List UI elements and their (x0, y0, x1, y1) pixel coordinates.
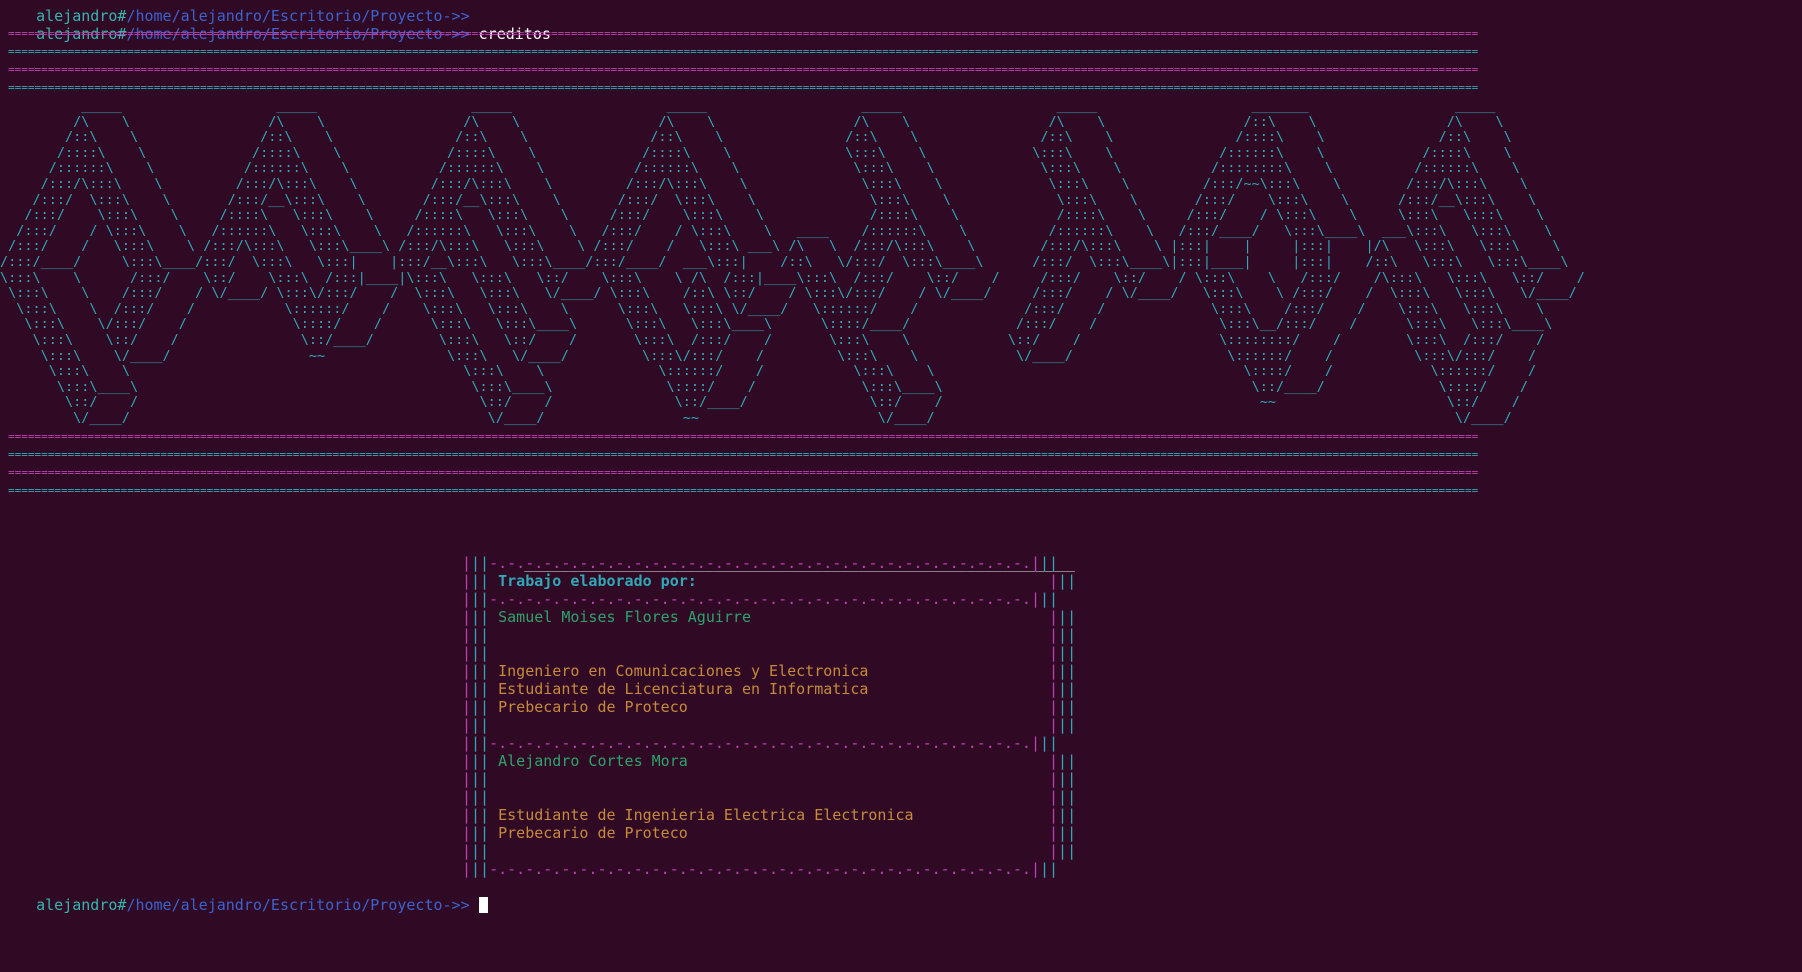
ascii-art-row: \:::\ \/____/ ~~ \:::\ \/____/ \:::\/:::… (0, 347, 1577, 364)
prompt-user: alejandro# (36, 896, 127, 915)
prompt-path: /home/alejandro/Escritorio/Proyecto->> (126, 896, 479, 915)
person-name: Alejandro Cortes Mora (498, 752, 688, 771)
credits-divider: |||-.-.-.-.-.-.-.-.-.-.-.-.-.-.-.-.-.-.-… (462, 734, 1059, 753)
ascii-art-row: \:::\ \ /:::/ / \::::::/ / \:::\ \:::\ \… (0, 300, 1585, 317)
separator-rule: ========================================… (8, 448, 1479, 462)
credits-row: ||| ||| (462, 626, 1077, 645)
ascii-art-row: \:::\ \ /:::/ / \/____/ \:::\/:::/ / \::… (0, 285, 1585, 302)
credits-row: ||| Prebecario de Proteco ||| (462, 698, 1077, 717)
ascii-art-row: /\ \ /\ \ /\ \ /\ \ /\ \ /\ \ /::\ \ /\ … (0, 113, 1577, 130)
ascii-art-row: /:::/ / \:::\ \ /:::/\:::\ \:::\____\ /:… (0, 238, 1569, 255)
credits-divider-dashes: -.-.-.-.-.-.-.-.-.-.-.-.-.-.-.-.-.-.-.-.… (489, 860, 1031, 879)
separator-rule: ========================================… (8, 430, 1479, 444)
credits-box-top: ________________________________________… (462, 536, 1802, 572)
person-detail: Prebecario de Proteco (498, 824, 688, 843)
ascii-art-row: \:::\ \ /:::/ \::/ \:::\ /:::|____|\:::\… (0, 269, 1585, 286)
credits-box: ________________________________________… (462, 536, 1802, 878)
separator-rule: ========================================… (8, 81, 1479, 94)
ascii-art-row: /::::::\ \ /::::::\ \ /::::::\ \ /::::::… (0, 160, 1569, 177)
separator-rule: ========================================… (8, 27, 1479, 40)
separator-rule: ========================================… (8, 63, 1479, 76)
ascii-art-row: \:::\ \ \:::\ \ \::::::/ / \:::\ \ \::::… (0, 363, 1585, 380)
credits-row: ||| Alejandro Cortes Mora ||| (462, 752, 1077, 771)
ascii-art-row: /:::/\:::\ \ /:::/\:::\ \ /:::/\:::\ \ /… (0, 175, 1569, 192)
credits-row: ||| ||| (462, 716, 1077, 735)
terminal-window[interactable]: alejandro#/home/alejandro/Escritorio/Pro… (0, 0, 1802, 914)
ascii-art-row: /:::/ \:::\ \ /:::/__\:::\ \ /:::/__\:::… (0, 191, 1569, 208)
credits-title: Trabajo elaborado por: (498, 572, 697, 591)
credits-divider: |||-.-.-.-.-.-.-.-.-.-.-.-.-.-.-.-.-.-.-… (462, 860, 1059, 879)
credits-row: ||| ||| (462, 788, 1077, 807)
person-detail: Ingeniero en Comunicaciones y Electronic… (498, 662, 869, 681)
credits-row: ||| Trabajo elaborado por: ||| (462, 572, 1077, 591)
text-cursor[interactable] (478, 897, 488, 914)
ascii-art-row: \:::\ \::/ / \::/____/ \:::\ \::/ / \:::… (0, 331, 1577, 348)
credits-row: ||| ||| (462, 644, 1077, 663)
ascii-art-row: /::::\ \ /::::\ \ /::::\ \ /::::\ \ \:::… (0, 144, 1569, 161)
credits-row: ||| Estudiante de Licenciatura en Inform… (462, 680, 1077, 699)
separator-rule: ========================================… (8, 484, 1479, 498)
credits-divider: |||-.-.-.-.-.-.-.-.-.-.-.-.-.-.-.-.-.-.-… (462, 554, 1059, 573)
credits-divider-dashes: -.-.-.-.-.-.-.-.-.-.-.-.-.-.-.-.-.-.-.-.… (489, 734, 1031, 753)
ascii-art-row: _____ _____ _____ _____ _____ _____ ____… (0, 98, 1577, 114)
prompt-user: alejandro# (36, 7, 127, 25)
ascii-art-row: /:::/____/ \:::\____/:::/ \:::\ \:::| |:… (0, 253, 1569, 270)
prompt-line: alejandro#/home/alejandro/Escritorio/Pro… (0, 0, 1802, 25)
credits-divider-dashes: -.-.-.-.-.-.-.-.-.-.-.-.-.-.-.-.-.-.-.-.… (489, 554, 1031, 573)
person-detail: Estudiante de Licenciatura en Informatic… (498, 680, 869, 699)
credits-row: ||| Prebecario de Proteco ||| (462, 824, 1077, 843)
credits-row: ||| Ingeniero en Comunicaciones y Electr… (462, 662, 1077, 681)
active-prompt-line[interactable]: alejandro#/home/alejandro/Escritorio/Pro… (0, 878, 1802, 914)
ascii-art-row: /::\ \ /::\ \ /::\ \ /::\ \ /::\ \ /::\ … (0, 129, 1577, 146)
ascii-art-row: \:::\ \/:::/ / \::::/ / \:::\ \:::\____\… (0, 316, 1585, 333)
credits-row: ||| ||| (462, 842, 1077, 861)
prompt-path: /home/alejandro/Escritorio/Proyecto->> (126, 7, 479, 25)
credits-row: ||| Samuel Moises Flores Aguirre ||| (462, 608, 1077, 627)
credits-divider-dashes: -.-.-.-.-.-.-.-.-.-.-.-.-.-.-.-.-.-.-.-.… (489, 590, 1031, 609)
credits-row: ||| Estudiante de Ingenieria Electrica E… (462, 806, 1077, 825)
separator-rule: ========================================… (8, 466, 1479, 480)
person-detail: Estudiante de Ingenieria Electrica Elect… (498, 806, 914, 825)
person-name: Samuel Moises Flores Aguirre (498, 608, 751, 627)
credits-divider: |||-.-.-.-.-.-.-.-.-.-.-.-.-.-.-.-.-.-.-… (462, 590, 1059, 609)
ascii-art-row: \:::\____\ \:::\____\ \::::/ / \:::\____… (0, 378, 1585, 395)
credits-row: ||| ||| (462, 770, 1077, 789)
ascii-art-row: \::/ / \::/ / \::/____/ \::/ / ~~ \::/ / (0, 394, 1585, 411)
ascii-art-row: /:::/ \:::\ \ /::::\ \:::\ \ /::::\ \:::… (0, 207, 1569, 224)
separator-rule: ========================================… (8, 45, 1479, 58)
ascii-art-banner: _____ _____ _____ _____ _____ _____ ____… (0, 98, 1802, 426)
person-detail: Prebecario de Proteco (498, 698, 688, 717)
ascii-art-row: \/____/ \/____/ ~~ \/____/ \/____/ (0, 409, 1585, 426)
ascii-art-row: /:::/ / \:::\ \ /::::::\ \:::\ \ /::::::… (0, 222, 1569, 239)
